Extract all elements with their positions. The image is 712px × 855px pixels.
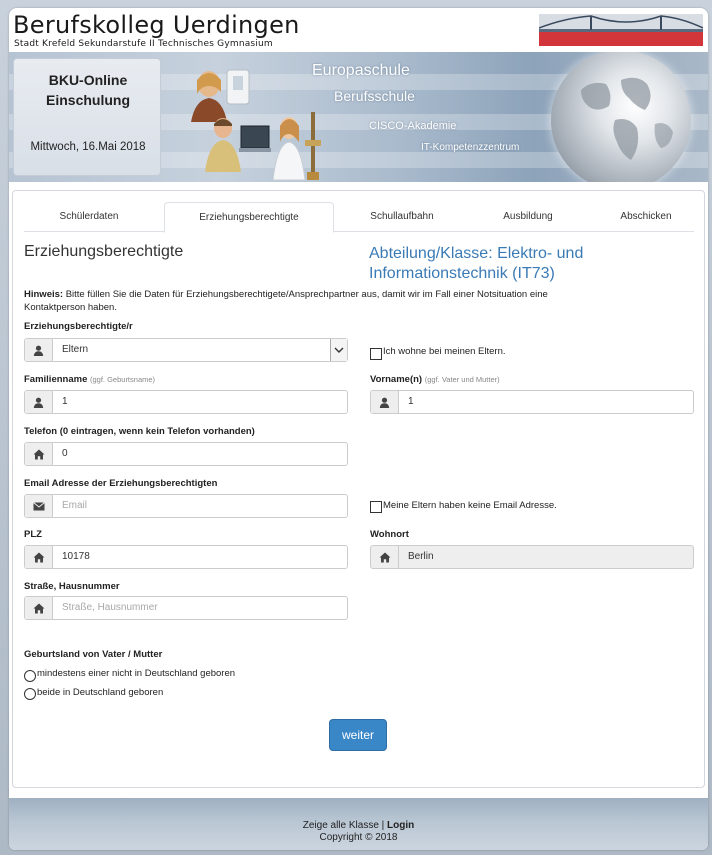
guardian-value: Eltern (62, 344, 89, 355)
slogan-europaschule: Europaschule (312, 62, 410, 79)
user-icon (25, 391, 53, 413)
no-email-label: Meine Eltern haben keine Email Adresse. (383, 500, 557, 511)
info-box: BKU-Online Einschulung Mittwoch, 16.Mai … (13, 58, 161, 176)
no-email-checkbox[interactable] (370, 501, 382, 513)
school-name: Berufskolleg Uerdingen (13, 11, 300, 39)
hint-body: Bitte füllen Sie die Daten für Erziehung… (24, 289, 548, 313)
zip-label: PLZ (24, 529, 42, 540)
globe-icon (551, 52, 691, 182)
school-subtitle: Stadt Krefeld Sekundarstufe II Technisch… (14, 39, 273, 49)
firstname-label: Vorname(n) (ggf. Vater und Mutter) (370, 374, 500, 385)
tab-bar: Schülerdaten Erziehungsberechtigte Schul… (24, 202, 694, 233)
home-icon (25, 546, 53, 568)
tab-schullaufbahn[interactable]: Schullaufbahn (342, 202, 462, 232)
email-input[interactable]: Email (24, 494, 348, 518)
login-link[interactable]: Login (387, 820, 414, 831)
app-title: BKU-Online Einschulung (46, 72, 130, 108)
radio-not-born-in-germany-label: mindestens einer nicht in Deutschland ge… (37, 668, 236, 679)
phone-label: Telefon (0 eintragen, wenn kein Telefon … (24, 426, 255, 437)
header-banner: BKU-Online Einschulung Mittwoch, 16.Mai … (9, 52, 708, 182)
slogan-it-kompetenz: IT-Kompetenzzentrum (421, 142, 520, 153)
home-icon (25, 597, 53, 619)
email-placeholder: Email (62, 500, 88, 511)
tab-abschicken[interactable]: Abschicken (598, 202, 694, 232)
live-with-parents-label: Ich wohne bei meinen Eltern. (383, 346, 506, 357)
home-icon (371, 546, 399, 568)
firstname-input[interactable]: 1 (370, 390, 694, 414)
lastname-label-text: Familienname (24, 374, 88, 385)
slogan-berufsschule: Berufsschule (334, 88, 415, 104)
chevron-down-icon[interactable] (330, 339, 347, 361)
radio-both-born-in-germany-label: beide in Deutschland geboren (37, 687, 164, 698)
email-label: Email Adresse der Erziehungsberechtigten (24, 478, 218, 489)
lab-photo-image (205, 112, 321, 181)
firstname-label-text: Vorname(n) (370, 374, 423, 385)
radio-not-born-in-germany[interactable] (24, 670, 36, 682)
live-with-parents-checkbox[interactable] (370, 348, 382, 360)
street-input[interactable]: Straße, Hausnummer (24, 596, 348, 620)
firstname-value: 1 (408, 396, 414, 407)
city-label: Wohnort (370, 529, 409, 540)
home-icon (25, 443, 53, 465)
hint-text: Hinweis: Bitte füllen Sie die Daten für … (24, 288, 584, 314)
page-frame: Berufskolleg Uerdingen Stadt Krefeld Sek… (9, 8, 708, 850)
user-icon (371, 391, 399, 413)
section-title: Erziehungsberechtigte (24, 243, 184, 260)
phone-input[interactable]: 0 (24, 442, 348, 466)
footer-separator: | (378, 820, 388, 831)
guardian-select[interactable]: Eltern (24, 338, 348, 362)
tab-schuelerdaten[interactable]: Schülerdaten (24, 202, 154, 232)
next-button[interactable]: weiter (329, 719, 387, 751)
city-value: Berlin (408, 551, 434, 562)
radio-both-born-in-germany[interactable] (24, 688, 36, 700)
lastname-hint: (ggf. Geburtsname) (90, 375, 156, 384)
bridge-logo-icon (539, 14, 703, 46)
street-label: Straße, Hausnummer (24, 581, 120, 592)
tab-erziehungsberechtigte[interactable]: Erziehungsberechtigte (164, 202, 334, 233)
copyright: Copyright © 2018 (319, 832, 398, 843)
birth-country-label: Geburtsland von Vater / Mutter (24, 649, 163, 660)
footer: Zeige alle Klasse | Login Copyright © 20… (9, 798, 708, 850)
current-date: Mittwoch, 16.Mai 2018 (30, 141, 146, 153)
street-placeholder: Straße, Hausnummer (62, 602, 158, 613)
lastname-value: 1 (62, 396, 68, 407)
footer-links: Zeige alle Klasse | Login (9, 820, 708, 831)
class-title: Abteilung/Klasse: Elektro- und Informati… (369, 245, 584, 282)
slogan-cisco: CISCO-Akademie (369, 120, 457, 132)
zip-input[interactable]: 10178 (24, 545, 348, 569)
lastname-input[interactable]: 1 (24, 390, 348, 414)
tab-ausbildung[interactable]: Ausbildung (476, 202, 580, 232)
hint-label: Hinweis: (24, 289, 64, 300)
phone-value: 0 (62, 448, 68, 459)
envelope-icon (25, 495, 53, 517)
show-all-classes-link[interactable]: Zeige alle Klasse (303, 820, 379, 831)
city-input: Berlin (370, 545, 694, 569)
lastname-label: Familienname (ggf. Geburtsname) (24, 374, 155, 385)
form-panel: Schülerdaten Erziehungsberechtigte Schul… (12, 190, 705, 788)
top-band: Berufskolleg Uerdingen Stadt Krefeld Sek… (9, 8, 708, 52)
firstname-hint: (ggf. Vater und Mutter) (424, 375, 500, 384)
guardian-label: Erziehungsberechtigte/r (24, 321, 133, 332)
zip-value: 10178 (62, 551, 90, 562)
user-icon (25, 339, 53, 361)
